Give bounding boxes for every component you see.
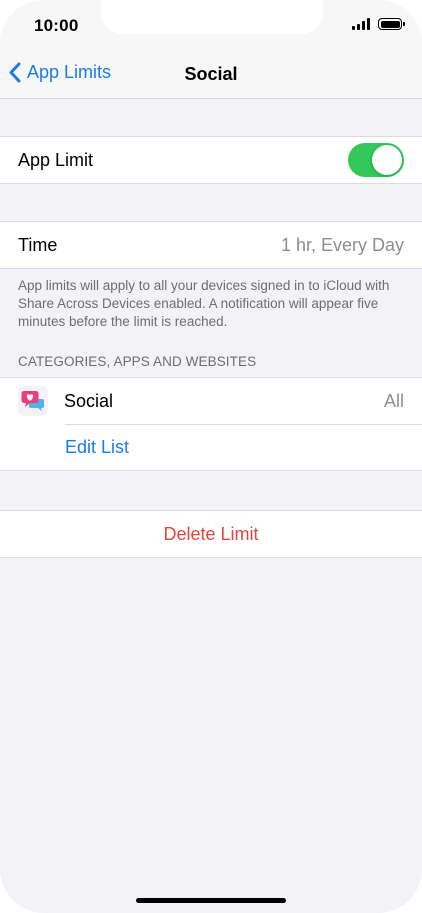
app-limit-label: App Limit	[18, 149, 94, 170]
notch	[101, 0, 323, 34]
app-limit-note: App limits will apply to all your device…	[18, 278, 390, 329]
home-indicator[interactable]	[136, 898, 286, 903]
delete-group: Delete Limit	[0, 510, 422, 558]
app-limit-toggle[interactable]	[348, 143, 404, 177]
toggle-knob	[372, 145, 402, 175]
app-limit-row: App Limit	[0, 137, 422, 183]
time-label: Time	[18, 234, 58, 255]
top-bar: 10:00 App Limits Social	[0, 0, 422, 99]
categories-header: CATEGORIES, APPS AND WEBSITES	[18, 354, 257, 369]
phone-screen: 10:00 App Limits Social App Limit Time 1…	[0, 0, 422, 913]
status-time: 10:00	[34, 16, 79, 35]
battery-icon	[378, 18, 405, 30]
categories-group: Social All Edit List	[0, 377, 422, 471]
status-icons	[352, 18, 405, 30]
delete-limit-button[interactable]: Delete Limit	[0, 511, 422, 557]
cellular-signal-icon	[352, 18, 370, 30]
category-value: All	[383, 390, 404, 411]
category-row-social[interactable]: Social All	[0, 378, 422, 424]
app-limit-group: App Limit	[0, 136, 422, 184]
time-row[interactable]: Time 1 hr, Every Day	[0, 222, 422, 268]
edit-list-button[interactable]: Edit List	[0, 424, 422, 470]
page-title: Social	[184, 64, 238, 84]
social-category-icon	[18, 386, 48, 416]
time-group: Time 1 hr, Every Day	[0, 221, 422, 269]
time-value: 1 hr, Every Day	[280, 234, 404, 255]
category-name: Social	[64, 390, 114, 411]
